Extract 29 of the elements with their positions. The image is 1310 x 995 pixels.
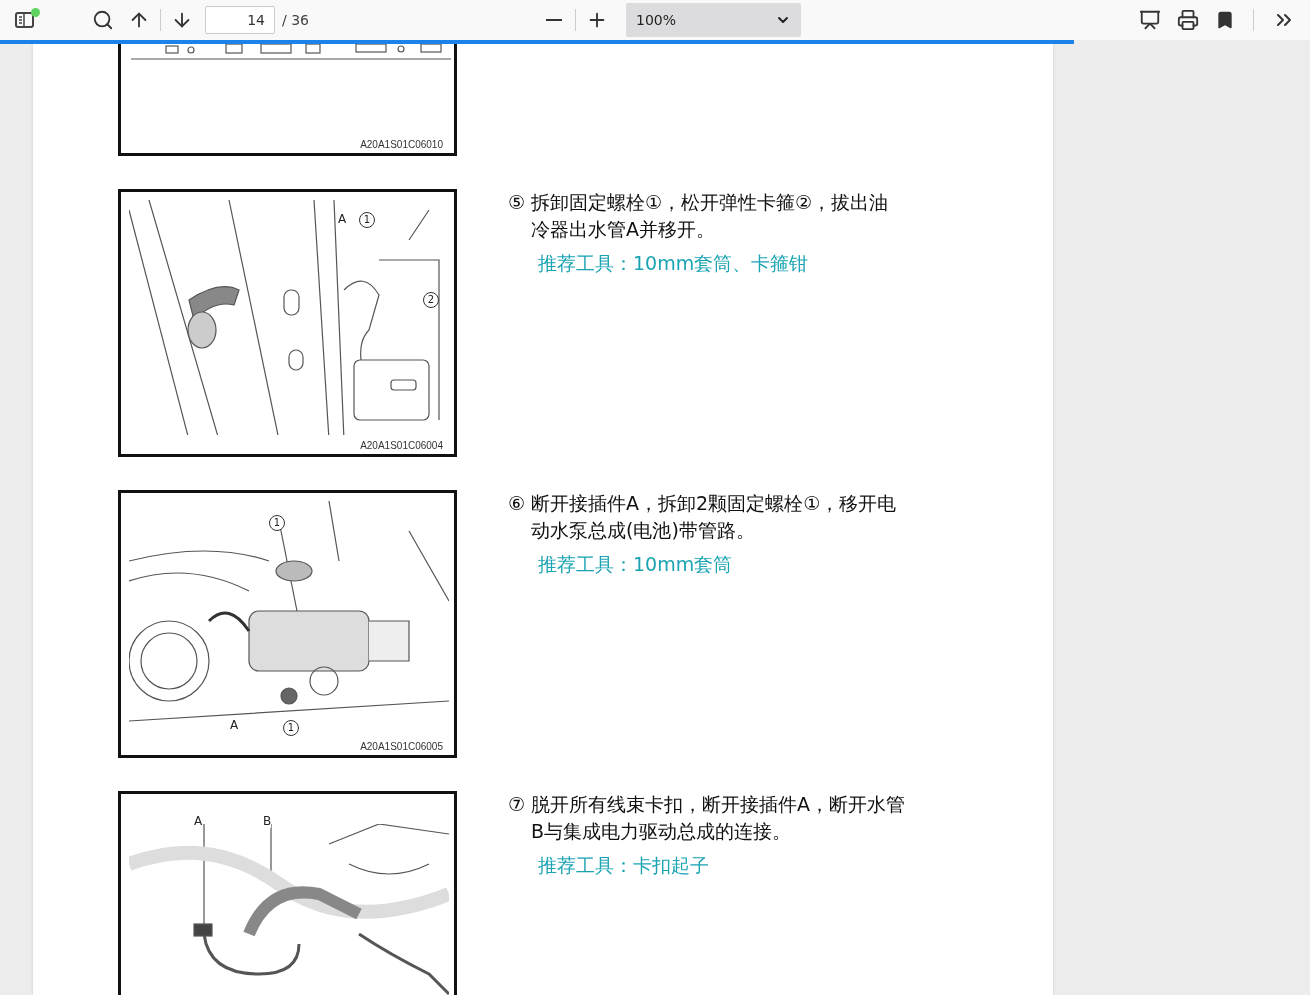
zoom-select[interactable]: 100% <box>626 3 801 37</box>
figure-code: A20A1S01C06010 <box>360 139 443 150</box>
callout-label: A <box>338 212 347 226</box>
printer-icon <box>1177 9 1199 31</box>
callout-label: A <box>230 718 239 732</box>
recommended-tools: 推荐工具：10mm套筒 <box>538 552 734 577</box>
page-count: / 36 <box>282 12 309 28</box>
step-text: 拆卸固定螺栓①，松开弹性卡箍②，拔出油冷器出水管A并移开。 <box>531 190 890 242</box>
callout-label: 1 <box>359 212 375 228</box>
search-icon <box>92 9 114 31</box>
callout-label: 1 <box>269 515 285 531</box>
page-number-input[interactable]: 14 <box>205 6 275 34</box>
recommended-tools: 推荐工具：卡扣起子 <box>538 853 710 878</box>
bookmark-icon <box>1215 10 1235 30</box>
figure-code: A20A1S01C06005 <box>360 741 443 752</box>
minus-icon <box>546 19 562 21</box>
step-number: ⑤ <box>508 190 526 215</box>
callout-label: 1 <box>283 720 299 736</box>
figure-code: A20A1S01C06004 <box>360 440 443 451</box>
callout-label: 2 <box>423 292 439 308</box>
step-number: ⑥ <box>508 491 526 516</box>
step-text: 断开接插件A，拆卸2颗固定螺栓①，移开电动水泵总成(电池)带管路。 <box>531 491 898 543</box>
callout-label: B <box>263 814 272 828</box>
book-icon <box>14 10 36 30</box>
callout-label: A <box>194 814 203 828</box>
presentation-icon <box>1139 9 1161 31</box>
step-text: 脱开所有线束卡扣，断开接插件A，断开水管B与集成电力驱动总成的连接。 <box>531 792 906 844</box>
step-number: ⑦ <box>508 792 526 817</box>
recommended-tools: 推荐工具：10mm套筒、卡箍钳 <box>538 251 810 276</box>
